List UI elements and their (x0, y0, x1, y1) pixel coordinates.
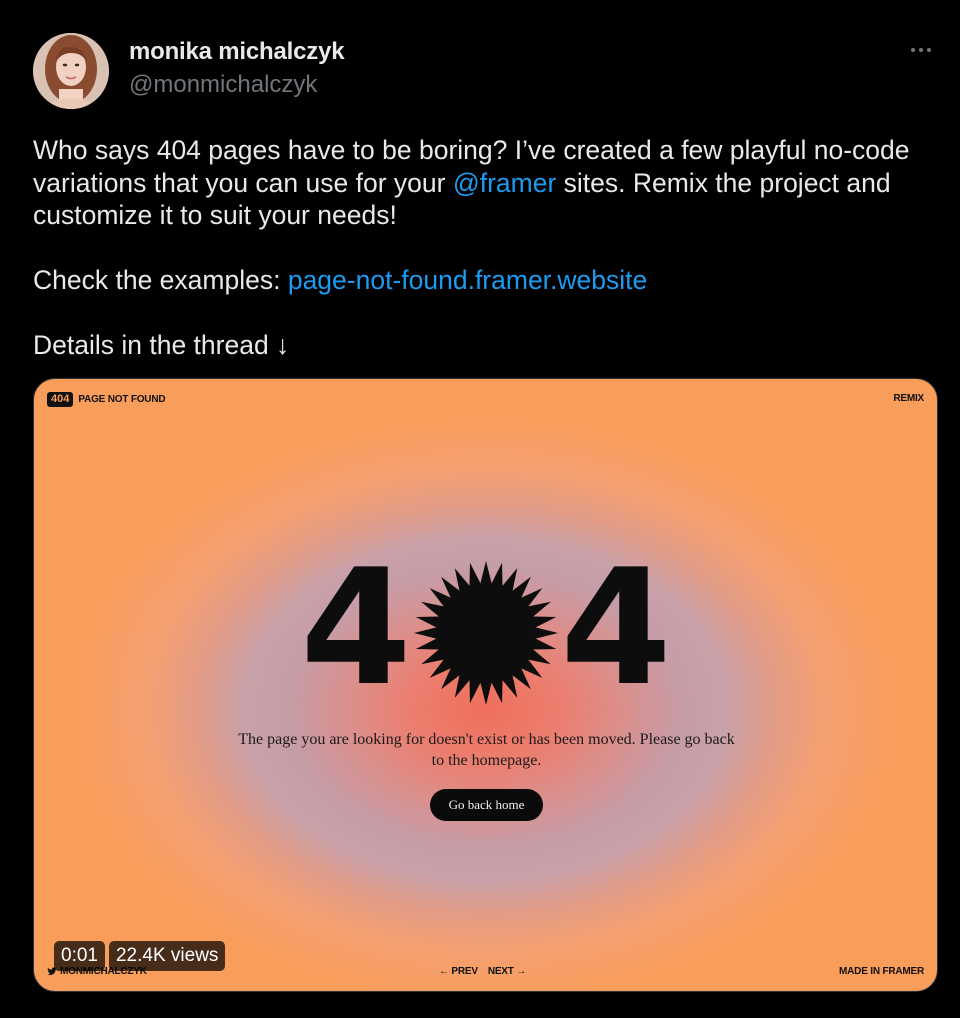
more-options-icon[interactable] (906, 38, 936, 62)
pagination: ← PREV NEXT → (439, 966, 526, 977)
tweet-text-segment: Check the examples: (33, 265, 288, 295)
page-not-found-label: PAGE NOT FOUND (78, 394, 166, 405)
framer-mention-link[interactable]: @framer (453, 168, 556, 198)
next-link[interactable]: NEXT → (488, 966, 526, 977)
prev-link[interactable]: ← PREV (439, 966, 478, 977)
made-in-framer-label: MADE IN FRAMER (839, 966, 924, 977)
tweet-text: Who says 404 pages have to be boring? I’… (33, 134, 913, 362)
big-404-graphic: 4 4 (300, 561, 672, 711)
video-stats: 0:01 22.4K views (54, 941, 226, 971)
video-media[interactable]: 404 PAGE NOT FOUND REMIX 4 4 The page yo… (33, 378, 938, 992)
author-handle[interactable]: @monmichalczyk (129, 71, 317, 99)
sun-icon (414, 561, 558, 705)
404-badge: 404 (47, 392, 74, 407)
avatar-photo (33, 33, 109, 109)
tweet-paragraph: Who says 404 pages have to be boring? I’… (33, 134, 913, 232)
go-back-home-button[interactable]: Go back home (430, 789, 543, 821)
not-found-message: The page you are looking for doesn't exi… (238, 731, 735, 769)
author-avatar[interactable] (33, 33, 109, 109)
tweet-paragraph: Details in the thread ↓ (33, 330, 290, 360)
remix-label: REMIX (893, 393, 924, 404)
video-view-count: 22.4K views (108, 941, 226, 971)
digit-four-right: 4 (560, 561, 671, 711)
author-display-name[interactable]: monika michalczyk (129, 38, 345, 66)
tweet-paragraph: Check the examples: page-not-found.frame… (33, 264, 913, 297)
examples-link[interactable]: page-not-found.framer.website (288, 265, 647, 295)
tweet: monika michalczyk @monmichalczyk Who say… (0, 0, 960, 1018)
media-header-left: 404 PAGE NOT FOUND (47, 392, 166, 407)
digit-four-left: 4 (300, 561, 411, 711)
video-timestamp: 0:01 (54, 941, 105, 971)
